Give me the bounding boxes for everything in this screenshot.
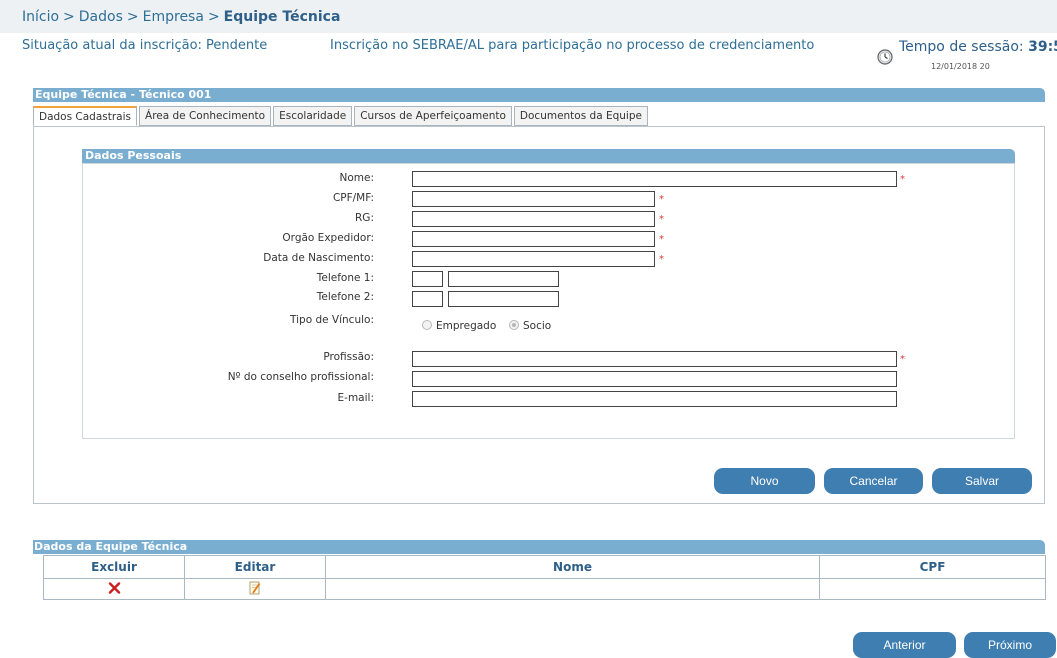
label-cpf: CPF/MF:: [332, 192, 374, 204]
radio-empregado-label: Empregado: [436, 320, 497, 332]
section-title: Dados Pessoais: [82, 149, 1015, 163]
telefone-2-ddd-input[interactable]: [412, 291, 443, 307]
required-marker: *: [900, 174, 905, 185]
label-conselho-profissional: Nº do conselho profissional:: [227, 371, 374, 383]
anterior-button[interactable]: Anterior: [853, 632, 956, 658]
breadcrumb-separator: >: [207, 9, 220, 25]
tab-documentos-equipe[interactable]: Documentos da Equipe: [513, 106, 648, 126]
tab-area-conhecimento[interactable]: Área de Conhecimento: [139, 106, 272, 126]
breadcrumb-current: Equipe Técnica: [223, 9, 341, 25]
profissao-input[interactable]: [412, 351, 897, 367]
clock-icon: [877, 49, 893, 65]
label-telefone-2: Telefone 2:: [316, 291, 374, 303]
tab-dados-cadastrais[interactable]: Dados Cadastrais: [33, 106, 138, 126]
label-profissao: Profissão:: [323, 351, 374, 363]
breadcrumb-item-inicio[interactable]: Início: [22, 9, 59, 25]
breadcrumb: Início > Dados > Empresa > Equipe Técnica: [22, 9, 340, 25]
column-header-excluir: Excluir: [43, 555, 185, 579]
breadcrumb-item-dados[interactable]: Dados: [79, 9, 123, 25]
breadcrumb-separator: >: [126, 9, 139, 25]
salvar-button[interactable]: Salvar: [932, 468, 1032, 494]
radio-socio-label: Socio: [523, 320, 552, 332]
email-input[interactable]: [412, 391, 897, 407]
tab-cursos-aperfeicoamento[interactable]: Cursos de Aperfeiçoamento: [354, 106, 512, 126]
label-email: E-mail:: [337, 392, 374, 404]
session-timer: Tempo de sessão: 39:56: [899, 39, 1057, 55]
radio-empregado[interactable]: [422, 320, 432, 330]
label-rg: RG:: [355, 212, 374, 224]
edit-icon[interactable]: [249, 581, 261, 595]
breadcrumb-separator: >: [63, 9, 75, 25]
required-marker: *: [659, 214, 664, 225]
excluir-cell: [43, 578, 185, 600]
telefone-1-input[interactable]: [448, 271, 559, 287]
label-nome: Nome:: [339, 172, 374, 184]
editar-cell: [184, 578, 326, 600]
telefone-2-input[interactable]: [448, 291, 559, 307]
panel-title: Equipe Técnica - Técnico 001: [33, 88, 1045, 102]
required-marker: *: [659, 234, 664, 245]
data-nascimento-input[interactable]: [412, 251, 655, 267]
rg-input[interactable]: [412, 211, 655, 227]
required-marker: *: [659, 254, 664, 265]
session-time: 39:56: [1028, 39, 1057, 55]
table-row: [43, 578, 1046, 600]
column-header-editar: Editar: [184, 555, 326, 579]
delete-icon[interactable]: [108, 581, 121, 594]
team-table-title: Dados da Equipe Técnica: [33, 540, 1045, 554]
column-header-cpf: CPF: [819, 555, 1046, 579]
required-marker: *: [900, 354, 905, 365]
required-marker: *: [659, 194, 664, 205]
label-telefone-1: Telefone 1:: [316, 272, 374, 284]
label-tipo-vinculo: Tipo de Vínculo:: [290, 314, 374, 326]
cpf-cell: [819, 578, 1046, 600]
session-label: Tempo de sessão:: [899, 39, 1024, 55]
session-date: 12/01/2018 20: [931, 62, 990, 71]
registration-status: Situação atual da inscrição: Pendente: [22, 38, 268, 53]
nome-input[interactable]: [412, 171, 897, 187]
label-orgao-expedidor: Orgão Expedidor:: [282, 232, 374, 244]
breadcrumb-item-empresa[interactable]: Empresa: [143, 9, 204, 25]
registration-description: Inscrição no SEBRAE/AL para participação…: [330, 38, 815, 53]
novo-button[interactable]: Novo: [714, 468, 815, 494]
conselho-profissional-input[interactable]: [412, 371, 897, 387]
cancelar-button[interactable]: Cancelar: [824, 468, 923, 494]
tab-bar: Dados Cadastrais Área de Conhecimento Es…: [33, 106, 650, 126]
nome-cell: [325, 578, 820, 600]
column-header-nome: Nome: [325, 555, 820, 579]
team-table: Excluir Editar Nome CPF: [43, 555, 1046, 600]
orgao-expedidor-input[interactable]: [412, 231, 655, 247]
proximo-button[interactable]: Próximo: [964, 632, 1056, 658]
cpf-input[interactable]: [412, 191, 655, 207]
tab-escolaridade[interactable]: Escolaridade: [273, 106, 353, 126]
label-data-nascimento: Data de Nascimento:: [263, 252, 374, 264]
telefone-1-ddd-input[interactable]: [412, 271, 443, 287]
radio-socio[interactable]: [509, 320, 519, 330]
